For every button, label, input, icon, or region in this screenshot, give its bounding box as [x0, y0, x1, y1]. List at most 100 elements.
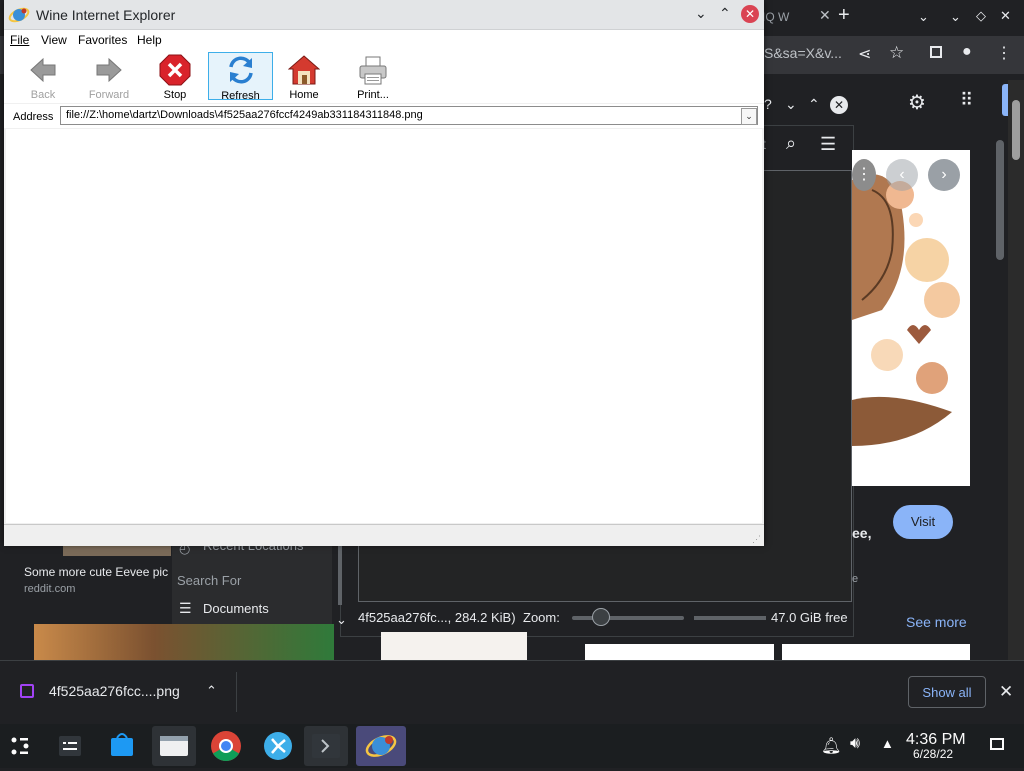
- show-all-button[interactable]: Show all: [908, 676, 986, 708]
- printer-icon: [359, 56, 387, 85]
- home-button[interactable]: Home: [273, 52, 335, 101]
- documents-icon: ☰: [179, 600, 192, 616]
- result-snippet: ee,: [852, 525, 872, 541]
- page-content-area[interactable]: [6, 129, 762, 523]
- related-image-1[interactable]: [34, 624, 334, 660]
- window-minimize-icon[interactable]: ⌄: [695, 5, 707, 22]
- result-caption[interactable]: Some more cute Eevee pic: [24, 565, 168, 579]
- print-label: Print...: [357, 89, 389, 101]
- page-scrollbar[interactable]: [1008, 80, 1024, 660]
- forward-label: Forward: [88, 89, 130, 101]
- print-button[interactable]: Print...: [342, 52, 404, 101]
- wine-ie-window: Wine Internet Explorer ⌄ ⌃ ✕ File View F…: [4, 0, 764, 546]
- related-image-2[interactable]: [381, 632, 527, 660]
- file-dialog-scrollbar[interactable]: [338, 545, 342, 605]
- tab-search-icon[interactable]: ⌄: [918, 9, 929, 25]
- shelf-divider: [236, 672, 237, 712]
- konsole-terminal-icon[interactable]: [304, 726, 348, 766]
- kde-connect-icon[interactable]: [256, 726, 300, 766]
- back-arrow-icon: [30, 57, 56, 83]
- zoom-label: Zoom:: [523, 610, 560, 625]
- apps-grid-icon[interactable]: ⠿: [960, 90, 973, 111]
- settings-gear-icon[interactable]: ⚙: [908, 90, 926, 115]
- system-settings-icon[interactable]: [48, 726, 92, 766]
- address-dropdown-icon[interactable]: ⌄: [741, 108, 757, 125]
- menu-file[interactable]: File: [10, 33, 29, 47]
- eevee-image-preview[interactable]: [852, 150, 970, 486]
- stop-label: Stop: [163, 89, 187, 101]
- download-file-name[interactable]: 4f525aa276fcc....png: [49, 683, 180, 699]
- minimize-icon[interactable]: ⌄: [950, 9, 961, 25]
- related-image-3[interactable]: [585, 644, 774, 660]
- tab-close-icon[interactable]: ✕: [819, 7, 831, 24]
- menu-help[interactable]: Help: [137, 33, 162, 47]
- discover-store-icon[interactable]: [100, 726, 144, 766]
- omnibox-url[interactable]: S&sa=X&v...: [764, 45, 842, 61]
- help-icon[interactable]: ?: [764, 96, 772, 112]
- show-desktop-icon[interactable]: [990, 738, 1004, 750]
- status-bar: ⋰: [4, 524, 764, 546]
- window-maximize-icon[interactable]: ⌃: [719, 5, 731, 22]
- address-input[interactable]: file://Z:\home\dartz\Downloads\4f525aa27…: [60, 106, 758, 125]
- zoom-slider-handle[interactable]: [592, 608, 610, 626]
- see-more-link[interactable]: See more: [906, 614, 967, 630]
- chrome-menu-icon[interactable]: ⋮: [996, 43, 1012, 63]
- more-options-icon[interactable]: ⋮: [852, 159, 876, 191]
- side-panel-icon[interactable]: [930, 46, 942, 58]
- address-label: Address: [13, 111, 54, 123]
- documents-place-item[interactable]: Documents: [203, 601, 269, 616]
- stop-icon: [159, 54, 191, 86]
- result-source: reddit.com: [24, 583, 76, 595]
- visit-button[interactable]: Visit: [893, 505, 953, 539]
- viewer-close-icon[interactable]: ✕: [830, 96, 848, 114]
- profile-icon[interactable]: ●: [962, 43, 972, 61]
- home-label: Home: [289, 89, 319, 101]
- notifications-bell-icon[interactable]: 🔔︎: [821, 736, 841, 756]
- related-image-4[interactable]: [782, 644, 970, 660]
- back-label: Back: [30, 89, 56, 101]
- menu-view[interactable]: View: [41, 33, 67, 47]
- snippet-fragment: e: [852, 573, 859, 585]
- clock-date[interactable]: 6/28/22: [913, 747, 953, 761]
- background-tab-title[interactable]: IQ W: [762, 10, 789, 24]
- restore-icon[interactable]: ◇: [976, 8, 986, 24]
- viewer-minimize-icon[interactable]: ⌄: [785, 96, 797, 113]
- window-title: Wine Internet Explorer: [36, 7, 176, 23]
- dolphin-file-manager-icon[interactable]: [152, 726, 196, 766]
- viewer-maximize-icon[interactable]: ⌃: [808, 96, 820, 113]
- home-icon: [287, 55, 321, 85]
- bookmark-star-icon[interactable]: ☆: [889, 43, 904, 63]
- volume-icon[interactable]: 🔊︎: [850, 735, 860, 753]
- wine-ie-taskbar-icon[interactable]: [356, 726, 406, 766]
- search-icon[interactable]: ⌕: [786, 133, 796, 154]
- new-tab-icon[interactable]: +: [838, 4, 850, 27]
- resize-grip-icon[interactable]: ⋰: [752, 534, 761, 545]
- disk-usage-bar: [694, 616, 766, 620]
- viewer-file-status: 4f525aa276fc..., 284.2 KiB): [358, 610, 516, 625]
- search-for-heading: Search For: [177, 573, 242, 588]
- image-file-icon: [20, 684, 34, 698]
- forward-button[interactable]: Forward: [78, 52, 140, 101]
- hamburger-menu-icon[interactable]: ☰: [820, 134, 836, 155]
- next-image-icon[interactable]: ›: [928, 159, 960, 191]
- refresh-button[interactable]: Refresh: [208, 52, 273, 102]
- zoom-slider[interactable]: [572, 616, 684, 620]
- prev-image-icon[interactable]: ‹: [886, 159, 918, 191]
- chrome-browser-icon[interactable]: [204, 726, 248, 766]
- collapse-chevron-icon[interactable]: ⌄: [336, 612, 347, 628]
- refresh-label: Refresh: [221, 90, 260, 102]
- application-launcher-icon[interactable]: [0, 726, 44, 766]
- menu-favorites[interactable]: Favorites: [78, 33, 127, 47]
- close-window-icon[interactable]: ✕: [1000, 8, 1011, 24]
- stop-button[interactable]: Stop: [144, 52, 206, 101]
- results-scrollbar-thumb[interactable]: [996, 140, 1004, 260]
- page-scrollbar-thumb[interactable]: [1012, 100, 1020, 160]
- ie-logo-icon: [8, 4, 30, 31]
- share-icon[interactable]: ⋖: [858, 44, 871, 64]
- window-close-icon[interactable]: ✕: [741, 5, 759, 23]
- back-button[interactable]: Back: [12, 52, 74, 101]
- window-title-bar[interactable]: Wine Internet Explorer ⌄ ⌃ ✕: [4, 0, 764, 30]
- system-tray-expand-icon[interactable]: ▲: [881, 736, 894, 751]
- close-shelf-icon[interactable]: ✕: [999, 682, 1013, 702]
- download-options-chevron-icon[interactable]: ⌃: [206, 683, 217, 699]
